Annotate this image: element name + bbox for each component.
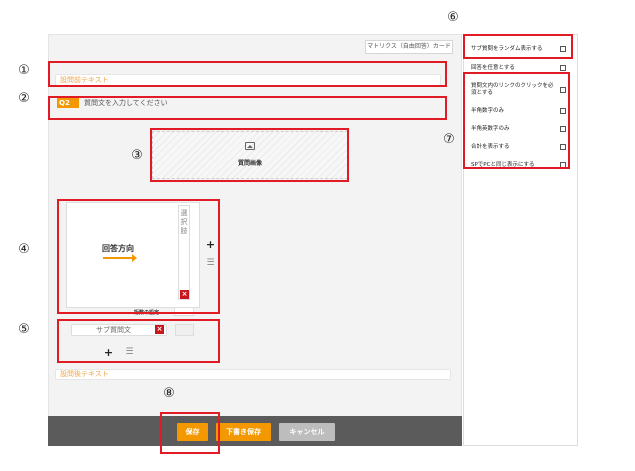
setting-optional-answer-label: 回答を任意とする — [471, 65, 515, 71]
annotation-box-8 — [160, 412, 220, 454]
cancel-button[interactable]: キャンセル — [279, 423, 335, 441]
annotation-number-6: ⑥ — [447, 10, 459, 25]
annotation-box-5 — [57, 319, 220, 363]
annotation-number-3: ③ — [131, 148, 143, 163]
annotation-number-5: ⑤ — [18, 322, 30, 337]
annotation-box-2 — [48, 96, 447, 120]
annotation-number-1: ① — [18, 63, 30, 78]
card-type-label: マトリクス（自由回答）カード — [365, 40, 453, 54]
annotation-number-2: ② — [18, 91, 30, 106]
annotation-number-4: ④ — [18, 242, 30, 257]
post-question-text-input[interactable]: 設問後テキスト — [55, 369, 451, 380]
annotation-number-7: ⑦ — [443, 132, 455, 147]
annotation-box-4 — [57, 199, 220, 314]
annotation-number-8: ⑧ — [163, 386, 175, 401]
save-draft-button[interactable]: 下書き保存 — [216, 423, 271, 441]
annotation-box-3 — [150, 128, 349, 182]
setting-optional-answer-checkbox[interactable] — [560, 65, 566, 71]
annotation-box-1 — [48, 61, 447, 87]
annotation-box-7 — [463, 72, 570, 169]
annotation-box-6 — [463, 34, 573, 59]
